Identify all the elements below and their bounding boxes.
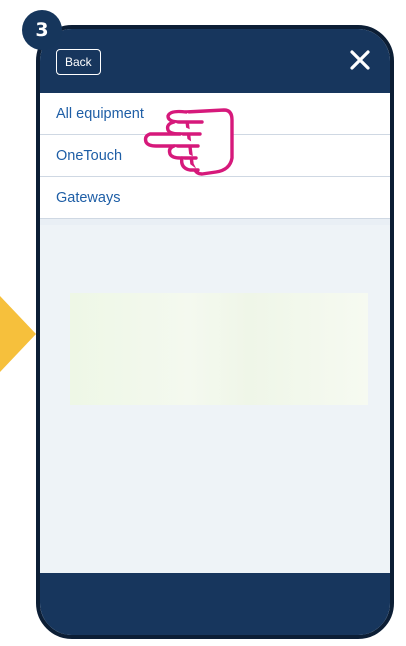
close-icon[interactable] [346, 46, 374, 74]
back-button[interactable]: Back [56, 49, 101, 75]
step-badge: 3 [22, 10, 62, 50]
arrow-right-icon [0, 296, 36, 372]
background-panel [70, 293, 368, 405]
step-number: 3 [35, 19, 49, 41]
background-content [40, 225, 390, 579]
hand-pointer-icon [143, 108, 234, 176]
top-bar: Back [40, 29, 390, 93]
menu-item-gateways[interactable]: Gateways [40, 177, 390, 219]
bottom-bar [40, 573, 390, 635]
